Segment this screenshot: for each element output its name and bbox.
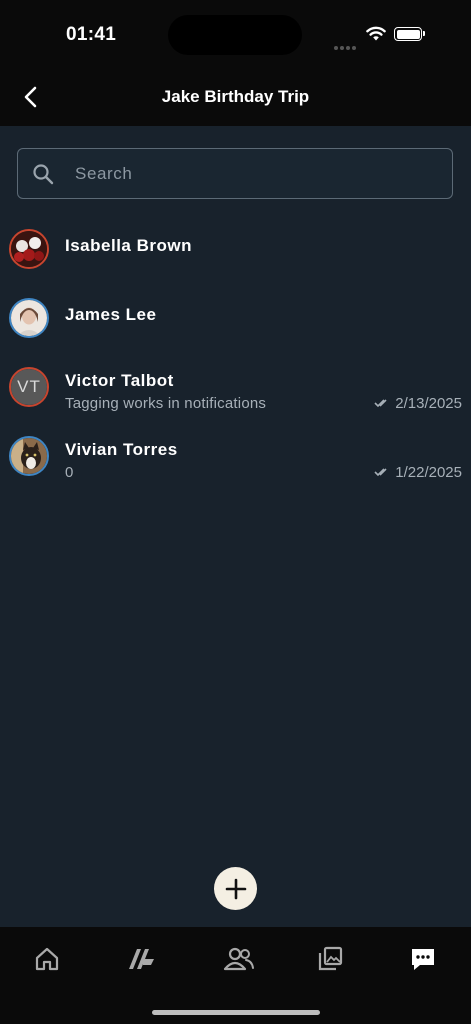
avatar: VT xyxy=(9,367,49,407)
feed-icon xyxy=(129,949,154,969)
message-preview: Tagging works in notifications xyxy=(65,395,267,412)
roses-photo-icon xyxy=(11,231,47,267)
message-meta: 1/22/2025 xyxy=(374,464,462,481)
read-receipt-icon xyxy=(374,464,390,481)
avatar xyxy=(9,298,49,338)
message-date: 2/13/2025 xyxy=(395,395,462,412)
search-input[interactable] xyxy=(73,149,437,199)
contact-name: Victor Talbot xyxy=(65,371,174,390)
read-receipt-icon xyxy=(374,395,390,412)
plus-icon xyxy=(225,878,246,899)
message-preview: 0 xyxy=(65,464,74,481)
home-indicator xyxy=(152,1010,320,1015)
contact-row-isabella-brown[interactable]: Isabella Brown xyxy=(0,218,471,282)
tab-feed[interactable] xyxy=(119,941,163,977)
people-icon xyxy=(223,947,254,971)
tab-people[interactable] xyxy=(217,941,261,977)
search-icon xyxy=(32,163,54,190)
contact-name: Isabella Brown xyxy=(65,236,192,255)
home-icon xyxy=(35,947,59,971)
cat-photo-icon xyxy=(11,438,47,474)
chat-icon xyxy=(412,949,434,970)
message-date: 1/22/2025 xyxy=(395,464,462,481)
tab-chat[interactable] xyxy=(401,941,445,977)
tab-home[interactable] xyxy=(25,941,69,977)
contact-name: James Lee xyxy=(65,305,157,324)
person-photo-icon xyxy=(11,300,47,336)
contact-row-james-lee[interactable]: James Lee xyxy=(0,287,471,351)
contact-row-victor-talbot[interactable]: VT Victor Talbot Tagging works in notifi… xyxy=(0,356,471,420)
navigation-bar: Jake Birthday Trip xyxy=(0,70,471,126)
wifi-icon xyxy=(365,24,387,47)
cellular-signal-icon xyxy=(334,37,358,55)
page-title: Jake Birthday Trip xyxy=(161,87,310,106)
tab-gallery[interactable] xyxy=(308,941,352,977)
contact-row-vivian-torres[interactable]: Vivian Torres 0 1/22/2025 xyxy=(0,425,471,489)
status-time: 01:41 xyxy=(66,24,117,45)
gallery-icon xyxy=(318,946,343,971)
battery-icon xyxy=(394,27,425,41)
contact-name: Vivian Torres xyxy=(65,440,178,459)
dynamic-island xyxy=(168,15,302,55)
avatar xyxy=(9,436,49,476)
new-chat-button[interactable] xyxy=(214,867,257,910)
avatar-initials: VT xyxy=(11,369,47,405)
status-bar: 01:41 xyxy=(0,0,471,70)
search-box xyxy=(17,148,453,199)
message-meta: 2/13/2025 xyxy=(374,395,462,412)
avatar xyxy=(9,229,49,269)
